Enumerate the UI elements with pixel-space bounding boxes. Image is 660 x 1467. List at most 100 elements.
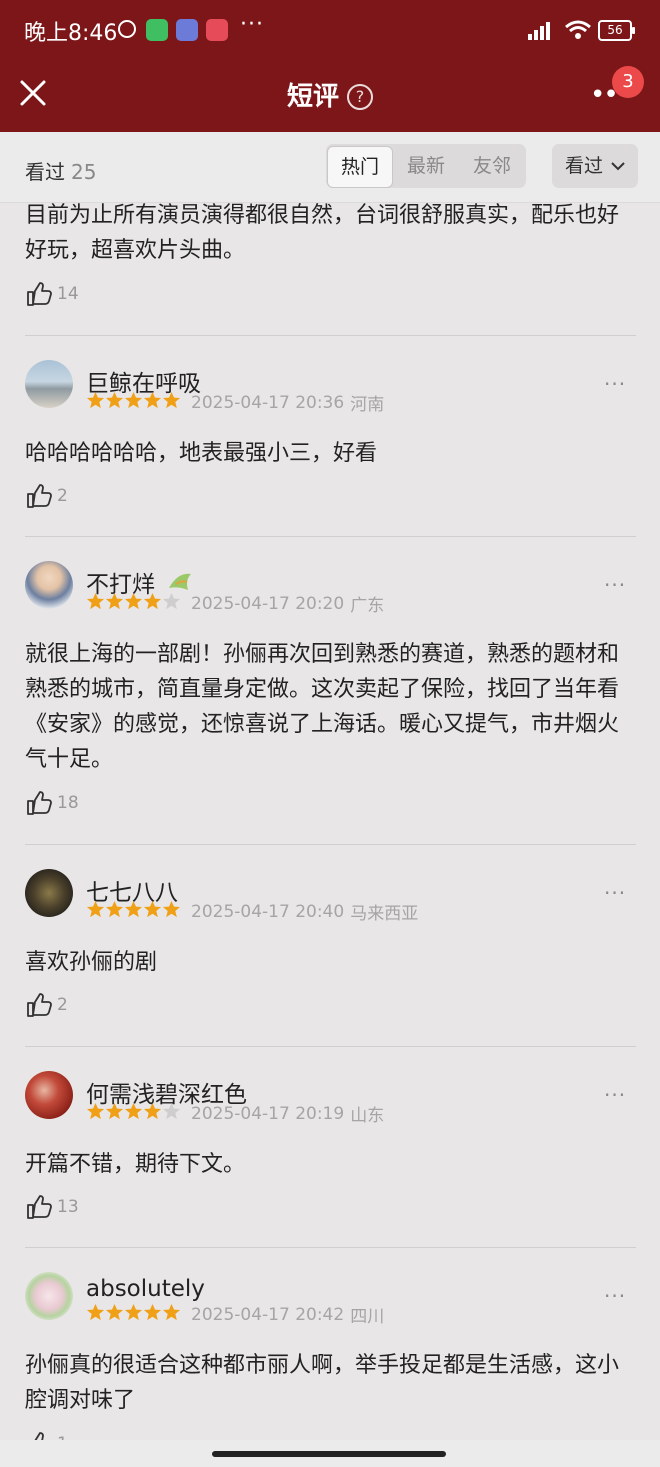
star-filled-icon	[143, 592, 162, 610]
divider	[25, 1247, 636, 1248]
avatar[interactable]	[25, 561, 73, 609]
chevron-down-icon	[611, 162, 625, 171]
filter-label: 看过	[564, 155, 603, 177]
divider	[25, 844, 636, 845]
home-indicator[interactable]	[212, 1451, 446, 1457]
star-filled-icon	[86, 592, 105, 610]
thumbs-up-icon	[27, 1195, 52, 1219]
review-more-icon[interactable]: ···	[604, 573, 626, 597]
wechat-icon	[146, 19, 168, 41]
tab-hot[interactable]: 热门	[327, 146, 393, 188]
star-filled-icon	[162, 391, 181, 409]
review-meta: 2025-04-17 20:19 山东	[86, 1101, 384, 1126]
star-filled-icon	[143, 1303, 162, 1321]
star-filled-icon	[124, 1303, 143, 1321]
star-filled-icon	[162, 900, 181, 918]
review-date: 2025-04-17 20:20	[191, 593, 345, 614]
review-region: 河南	[350, 395, 385, 415]
star-filled-icon	[143, 391, 162, 409]
star-filled-icon	[143, 1102, 162, 1120]
rating-stars	[86, 900, 181, 923]
review-region: 广东	[350, 596, 385, 616]
avatar[interactable]	[25, 1272, 73, 1320]
avatar[interactable]	[25, 869, 73, 917]
username[interactable]: absolutely	[86, 1276, 205, 1302]
star-filled-icon	[105, 900, 124, 918]
thumbs-up-icon	[27, 791, 52, 815]
divider	[25, 536, 636, 537]
review-date: 2025-04-17 20:40	[191, 901, 345, 922]
status-bar: 晚上8:46 ··· 56	[0, 0, 660, 60]
rating-stars	[86, 592, 181, 615]
review-region: 山东	[350, 1106, 385, 1126]
rating-stars	[86, 1102, 181, 1125]
like-button[interactable]: 14	[25, 280, 79, 308]
review-meta: 2025-04-17 20:20 广东	[86, 591, 384, 616]
review-region: 马来西亚	[350, 904, 419, 924]
notification-badge: 3	[612, 66, 644, 98]
star-filled-icon	[86, 1303, 105, 1321]
watched-number: 25	[71, 160, 97, 184]
top-bar: 晚上8:46 ··· 56 短评? •• 3	[0, 0, 660, 132]
review-more-icon[interactable]: ···	[604, 881, 626, 905]
avatar[interactable]	[25, 360, 73, 408]
filter-bar: 看过 25 热门 最新 友邻 看过	[0, 132, 660, 203]
page-title: 短评?	[0, 76, 660, 113]
review-text: 目前为止所有演员演得都很自然，台词很舒服真实，配乐也好好玩，超喜欢片头曲。	[25, 203, 620, 263]
star-filled-icon	[124, 391, 143, 409]
tab-friends[interactable]: 友邻	[460, 144, 524, 188]
like-count: 14	[57, 284, 79, 304]
star-filled-icon	[86, 900, 105, 918]
review-list[interactable]: 目前为止所有演员演得都很自然，台词很舒服真实，配乐也好好玩，超喜欢片头曲。 14…	[0, 202, 660, 1440]
review-meta: 2025-04-17 20:36 河南	[86, 390, 384, 415]
star-filled-icon	[124, 1102, 143, 1120]
divider	[25, 1046, 636, 1047]
watched-count: 看过 25	[25, 156, 96, 185]
review-more-icon[interactable]: ···	[604, 372, 626, 396]
help-icon[interactable]: ?	[347, 84, 373, 110]
review-more-icon[interactable]: ···	[604, 1083, 626, 1107]
like-button[interactable]: 1	[25, 1430, 68, 1440]
review-text: 开篇不错，期待下文。	[25, 1152, 246, 1177]
star-filled-icon	[105, 391, 124, 409]
like-button[interactable]: 13	[25, 1193, 79, 1221]
like-count: 2	[57, 486, 68, 506]
review-date: 2025-04-17 20:19	[191, 1103, 345, 1124]
thumbs-up-icon	[27, 484, 52, 508]
sort-segmented-control: 热门 最新 友邻	[326, 144, 526, 188]
like-button[interactable]: 2	[25, 482, 68, 510]
like-button[interactable]: 18	[25, 789, 79, 817]
like-count: 13	[57, 1197, 79, 1217]
avatar[interactable]	[25, 1071, 73, 1119]
tab-latest[interactable]: 最新	[394, 144, 458, 188]
review-text: 孙俪真的很适合这种都市丽人啊，举手投足都是生活感，这小腔调对味了	[25, 1353, 620, 1413]
star-filled-icon	[124, 592, 143, 610]
more-notifications-icon: ···	[240, 12, 264, 37]
star-filled-icon	[124, 900, 143, 918]
wifi-icon	[565, 20, 591, 39]
app-notification-icon-2	[206, 19, 228, 41]
star-empty-icon	[162, 592, 181, 610]
divider	[25, 335, 636, 336]
review-date: 2025-04-17 20:42	[191, 1304, 345, 1325]
watched-label: 看过	[25, 160, 65, 184]
alarm-icon	[118, 20, 136, 38]
thumbs-up-icon	[27, 282, 52, 306]
thumbs-up-icon	[34, 1432, 44, 1440]
star-filled-icon	[105, 1102, 124, 1120]
rating-stars	[86, 391, 181, 414]
app-notification-icon	[176, 19, 198, 41]
thumbs-up-icon	[27, 993, 52, 1017]
star-empty-icon	[162, 1102, 181, 1120]
review-text: 就很上海的一部剧！孙俪再次回到熟悉的赛道，熟悉的题材和熟悉的城市，简直量身定做。…	[25, 642, 620, 772]
watched-filter-dropdown[interactable]: 看过	[552, 144, 638, 188]
review-more-icon[interactable]: ···	[604, 1284, 626, 1308]
review-text: 喜欢孙俪的剧	[25, 950, 158, 975]
review-meta: 2025-04-17 20:42 四川	[86, 1302, 384, 1327]
review-meta: 2025-04-17 20:40 马来西亚	[86, 899, 418, 924]
star-filled-icon	[105, 1303, 124, 1321]
like-count: 18	[57, 793, 79, 813]
like-button[interactable]: 2	[25, 991, 68, 1019]
status-time: 晚上8:46	[24, 21, 118, 46]
review-region: 四川	[350, 1307, 385, 1327]
